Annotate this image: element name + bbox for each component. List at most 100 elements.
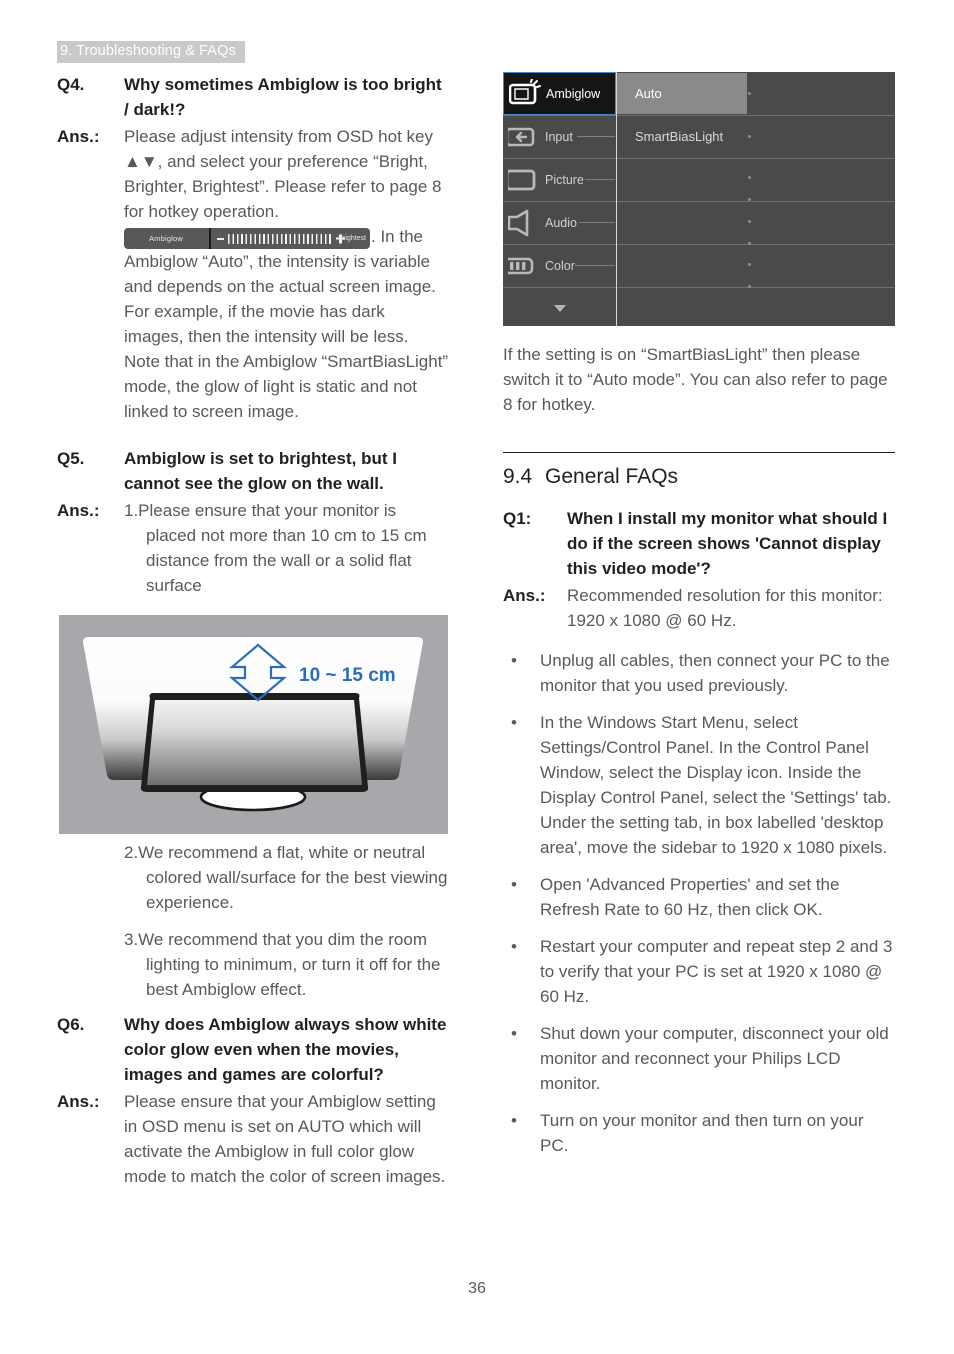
section-number: 9.4 — [503, 465, 533, 489]
bullet-marker: • — [511, 651, 517, 670]
q1-question: When I install my monitor what should I … — [567, 509, 888, 578]
osd-connector — [575, 265, 615, 266]
q1-ans-tag: Ans.: — [503, 586, 546, 605]
osd-bar-label: Ambiglow — [148, 234, 184, 243]
osd-value-dot — [748, 176, 751, 179]
faq-bullet-list: • Unplug all cables, then connect your P… — [503, 648, 895, 1158]
bullet-marker: • — [511, 1111, 517, 1130]
q5-item-1: 1.Please ensure that your monitor is pla… — [124, 501, 427, 595]
osd-value-dot — [748, 92, 751, 95]
osd-connector — [579, 222, 615, 223]
bullet-text: In the Windows Start Menu, select Settin… — [540, 713, 892, 857]
input-arrow-icon — [505, 122, 542, 152]
qa-block-q4: Q4. Why sometimes Ambiglow is too bright… — [57, 72, 449, 122]
q6-answer: Please ensure that your Ambiglow setting… — [124, 1092, 446, 1186]
qa-answer-q5: Ans.: 1.Please ensure that your monitor … — [57, 498, 449, 598]
q4-tag: Q4. — [57, 75, 85, 94]
osd-caption: If the setting is on “SmartBiasLight” th… — [503, 345, 888, 414]
q4-answer-part1: Please adjust intensity from OSD hot key… — [124, 127, 442, 221]
osd-bar-divider — [209, 228, 211, 249]
qa-block-q1: Q1: When I install my monitor what shoul… — [503, 506, 895, 581]
q4-answer-part2-wrapper: Ambiglow Brightest . In the Ambiglow “Au… — [124, 224, 449, 424]
q5-item-2: 2.We recommend a flat, white or neutral … — [124, 843, 448, 912]
picture-monitor-icon — [505, 165, 542, 195]
left-column-lower: 2.We recommend a flat, white or neutral … — [57, 840, 449, 1189]
list-item: • Restart your computer and repeat step … — [503, 934, 895, 1009]
qa-block-q6: Q6. Why does Ambiglow always show white … — [57, 1012, 449, 1087]
section-divider — [503, 452, 895, 454]
illustration-svg: 10 ~ 15 cm — [59, 615, 448, 834]
qa-answer-q4: Ans.: Please adjust intensity from OSD h… — [57, 124, 449, 424]
bullet-marker: • — [511, 1024, 517, 1043]
qa-answer-q6: Ans.: Please ensure that your Ambiglow s… — [57, 1089, 449, 1189]
q5-question: Ambiglow is set to brightest, but I cann… — [124, 449, 397, 493]
speaker-icon — [507, 208, 542, 238]
ambiglow-monitor-icon — [508, 77, 543, 109]
osd-value-dot — [748, 198, 751, 201]
section-heading: 9.4 General FAQs — [503, 464, 895, 490]
osd-option-smartbiaslight[interactable]: SmartBiasLight — [617, 116, 787, 157]
osd-bar-right-label: Brightest — [338, 235, 366, 242]
osd-option-label: Auto — [635, 86, 662, 101]
osd-option-auto[interactable]: Auto — [617, 73, 747, 114]
bullet-text: Restart your computer and repeat step 2 … — [540, 937, 893, 1006]
qa-block-q5: Q5. Ambiglow is set to brightest, but I … — [57, 446, 449, 496]
distance-label: 10 ~ 15 cm — [299, 665, 396, 686]
list-item: • Turn on your monitor and then turn on … — [503, 1108, 895, 1158]
list-item: • In the Windows Start Menu, select Sett… — [503, 710, 895, 860]
q4-answer-part2: . In the Ambiglow “Auto”, the intensity … — [124, 227, 449, 421]
section-title: General FAQs — [545, 465, 679, 489]
osd-connector — [585, 179, 615, 180]
osd-menu-item-label: Color — [545, 258, 575, 273]
osd-value-dot — [748, 220, 751, 223]
osd-bar-ticks — [228, 233, 332, 244]
osd-menu-item-label: Picture — [545, 172, 584, 187]
bullet-marker: • — [511, 875, 517, 894]
bullet-marker: • — [511, 937, 517, 956]
osd-value-dot — [748, 285, 751, 288]
bullet-marker: • — [511, 713, 517, 732]
color-bars-icon — [503, 251, 542, 281]
q1-tag: Q1: — [503, 509, 532, 528]
osd-menu-item-label: Input — [545, 129, 573, 144]
q5-tag: Q5. — [57, 449, 85, 468]
list-item: • Open 'Advanced Properties' and set the… — [503, 872, 895, 922]
ambiglow-osd-bar-figure: Ambiglow Brightest — [124, 228, 370, 249]
osd-column-divider — [616, 72, 617, 326]
osd-value-dot — [748, 242, 751, 245]
q1-answer: Recommended resolution for this monitor:… — [567, 586, 883, 630]
osd-menu-item-ambiglow[interactable]: Ambiglow — [503, 72, 616, 115]
chevron-down-icon[interactable] — [554, 305, 566, 312]
bullet-text: Shut down your computer, disconnect your… — [540, 1024, 889, 1093]
running-head: 9. Troubleshooting & FAQs — [57, 41, 245, 64]
q5-spacer — [57, 840, 124, 865]
osd-value-dot — [748, 263, 751, 266]
qa-answer-q5-cont: 2.We recommend a flat, white or neutral … — [57, 840, 449, 1002]
list-item: • Shut down your computer, disconnect yo… — [503, 1021, 895, 1096]
bullet-text: Turn on your monitor and then turn on yo… — [540, 1111, 864, 1155]
osd-menu-screenshot: Ambiglow Input Picture Audio Color Auto … — [503, 72, 895, 326]
monitor-panel — [147, 700, 362, 785]
osd-option-label: SmartBiasLight — [635, 129, 724, 144]
osd-bar-minus-icon — [217, 237, 224, 240]
q4-question: Why sometimes Ambiglow is too bright / d… — [124, 75, 442, 119]
page-number: 36 — [468, 1280, 486, 1297]
osd-menu-item-label: Audio — [545, 215, 577, 230]
list-item: • Unplug all cables, then connect your P… — [503, 648, 895, 698]
q4-ans-tag: Ans.: — [57, 127, 100, 146]
q5-ans-tag: Ans.: — [57, 501, 100, 520]
q6-ans-tag: Ans.: — [57, 1092, 100, 1111]
osd-value-dot — [748, 135, 751, 138]
osd-menu-item-label: Ambiglow — [546, 86, 601, 101]
right-column-faq: Q1: When I install my monitor what shoul… — [503, 506, 895, 1170]
bullet-text: Unplug all cables, then connect your PC … — [540, 651, 890, 695]
osd-caption-block: If the setting is on “SmartBiasLight” th… — [503, 342, 895, 417]
bullet-text: Open 'Advanced Properties' and set the R… — [540, 875, 840, 919]
document-page: 9. Troubleshooting & FAQs Q4. Why someti… — [0, 0, 954, 1354]
q6-question: Why does Ambiglow always show white colo… — [124, 1015, 447, 1084]
q5-item-3: 3.We recommend that you dim the room lig… — [124, 930, 441, 999]
osd-separator — [503, 287, 895, 288]
osd-connector — [577, 136, 615, 137]
qa-answer-q1: Ans.: Recommended resolution for this mo… — [503, 583, 895, 633]
monitor-wall-distance-illustration: 10 ~ 15 cm — [59, 615, 448, 834]
